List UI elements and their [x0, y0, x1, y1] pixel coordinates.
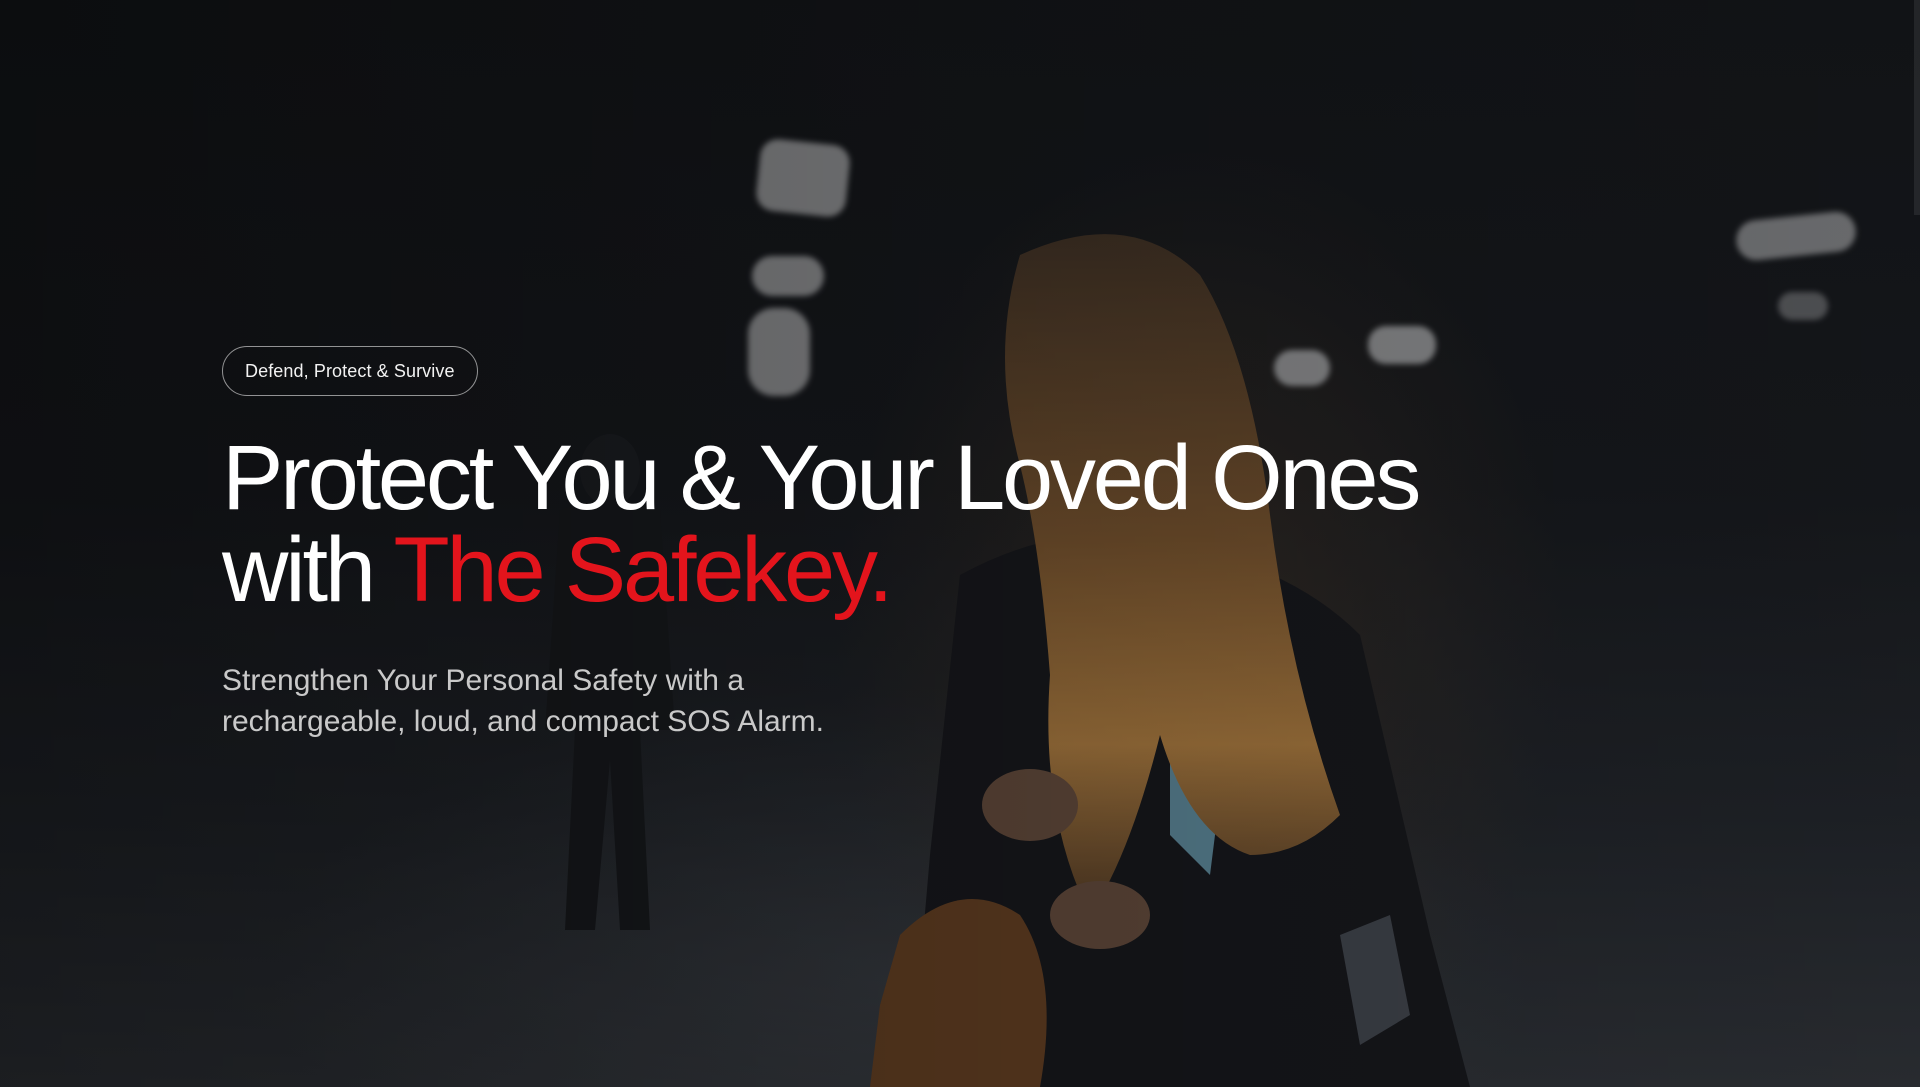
hero-headline: Protect You & Your Loved Ones with The S…: [222, 432, 1522, 616]
ceiling-light: [1734, 209, 1858, 263]
ceiling-light: [1778, 292, 1828, 320]
subheadline-line-1: Strengthen Your Personal Safety with a: [222, 664, 745, 697]
headline-prefix: with: [222, 519, 394, 621]
hero-section: Defend, Protect & Survive Protect You & …: [0, 0, 1920, 1087]
headline-brand-accent: The Safekey.: [393, 519, 894, 621]
headline-line-1: Protect You & Your Loved Ones: [222, 427, 1421, 529]
hero-subheadline: Strengthen Your Personal Safety with a r…: [222, 660, 982, 742]
hero-content: Defend, Protect & Survive Protect You & …: [222, 346, 1522, 742]
subheadline-line-2: rechargeable, loud, and compact SOS Alar…: [222, 705, 824, 738]
tagline-badge: Defend, Protect & Survive: [222, 346, 478, 396]
scrollbar-edge: [1914, 0, 1920, 215]
ceiling-light: [752, 256, 824, 296]
ceiling-light: [754, 137, 852, 219]
